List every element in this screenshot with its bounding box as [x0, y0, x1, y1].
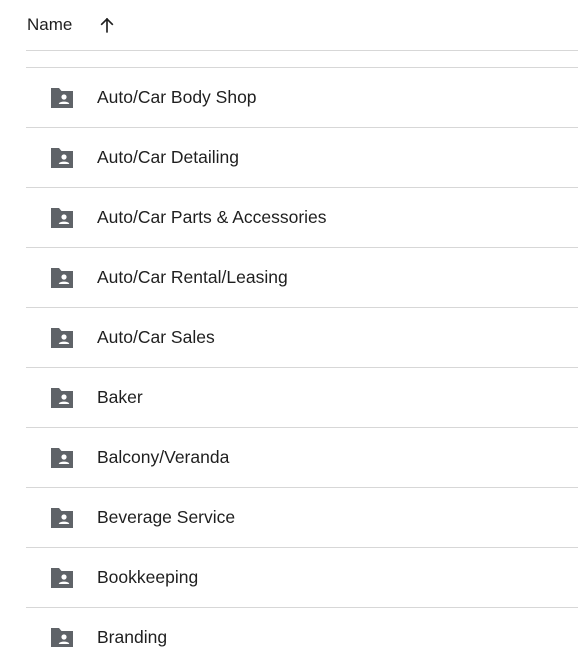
folder-name: Bookkeeping [97, 567, 199, 587]
shared-folder-icon [49, 507, 75, 529]
shared-folder-icon [49, 267, 75, 289]
list-item[interactable]: Auto/Car Parts & Accessories [26, 188, 578, 248]
folder-name: Auto/Car Parts & Accessories [97, 207, 327, 227]
list-item[interactable]: Auto/Car Rental/Leasing [26, 248, 578, 308]
shared-folder-icon [49, 387, 75, 409]
list-item[interactable]: Baker [26, 368, 578, 428]
list-header: Name [26, 0, 578, 51]
shared-folder-icon [49, 327, 75, 349]
folder-name: Branding [97, 627, 168, 647]
shared-folder-icon [49, 447, 75, 469]
list-item[interactable]: Branding [26, 608, 578, 647]
sort-direction-button[interactable] [95, 13, 119, 37]
list-item[interactable]: Auto/Car Sales [26, 308, 578, 368]
folder-list: Auto/Car Body Shop Auto/Car Detailing Au… [26, 67, 578, 647]
list-item[interactable]: Bookkeeping [26, 548, 578, 608]
list-item[interactable]: Balcony/Veranda [26, 428, 578, 488]
arrow-up-icon [100, 17, 114, 33]
folder-name: Auto/Car Body Shop [97, 87, 257, 107]
folder-name: Beverage Service [97, 507, 236, 527]
shared-folder-icon [49, 147, 75, 169]
folder-name: Balcony/Veranda [97, 447, 230, 467]
name-column-header[interactable]: Name [27, 15, 72, 35]
file-list-view: Name Auto/Car Body Shop Auto/Car Detaili… [0, 0, 578, 647]
shared-folder-icon [49, 567, 75, 589]
folder-name: Auto/Car Detailing [97, 147, 240, 167]
shared-folder-icon [49, 207, 75, 229]
folder-name: Auto/Car Sales [97, 327, 215, 347]
shared-folder-icon [49, 87, 75, 109]
folder-name: Baker [97, 387, 143, 407]
list-item[interactable]: Beverage Service [26, 488, 578, 548]
list-item[interactable]: Auto/Car Detailing [26, 128, 578, 188]
shared-folder-icon [49, 627, 75, 647]
folder-name: Auto/Car Rental/Leasing [97, 267, 288, 287]
list-item[interactable]: Auto/Car Body Shop [26, 68, 578, 128]
